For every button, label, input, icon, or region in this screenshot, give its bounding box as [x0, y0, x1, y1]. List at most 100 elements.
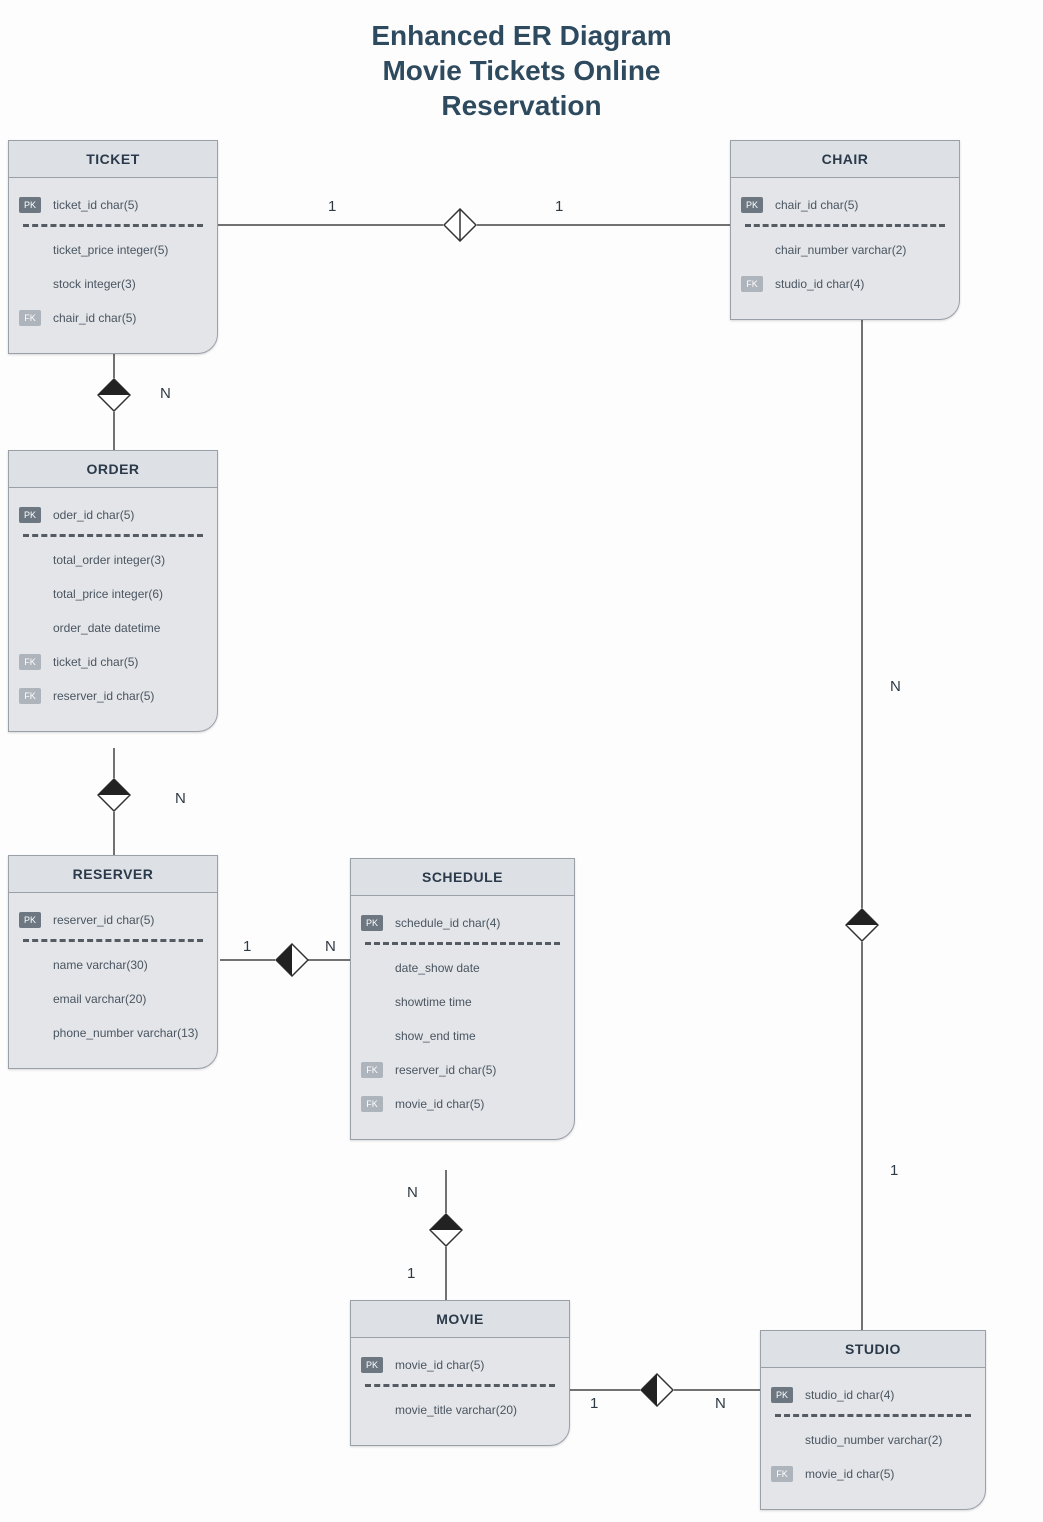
- attr-text: ticket_price integer(5): [53, 243, 168, 257]
- card-reserv-sched-r: N: [325, 938, 336, 955]
- entity-ticket: TICKET PKticket_id char(5) ticket_price i…: [8, 140, 218, 354]
- entity-studio-header: STUDIO: [761, 1331, 985, 1368]
- attr-row: email varchar(20): [19, 982, 207, 1016]
- attr-row: FKreserver_id char(5): [361, 1053, 564, 1087]
- entity-ticket-body: PKticket_id char(5) ticket_price integer(…: [9, 178, 217, 353]
- card-chair-studio-t: N: [890, 678, 901, 695]
- title-line3: Reservation: [441, 90, 601, 121]
- pk-badge: PK: [19, 507, 41, 523]
- entity-schedule: SCHEDULE PKschedule_id char(4) date_show …: [350, 858, 575, 1140]
- entity-chair-body: PKchair_id char(5) chair_number varchar(2…: [731, 178, 959, 319]
- attr-row: stock integer(3): [19, 267, 207, 301]
- card-ticket-chair-r: 1: [555, 198, 563, 215]
- card-movie-studio-r: N: [715, 1395, 726, 1412]
- entity-studio-body: PKstudio_id char(4) studio_number varchar…: [761, 1368, 985, 1509]
- entity-reserver-body: PKreserver_id char(5) name varchar(30) ema…: [9, 893, 217, 1068]
- entity-ticket-header: TICKET: [9, 141, 217, 178]
- diagram-title: Enhanced ER Diagram Movie Tickets Online…: [0, 18, 1043, 123]
- attr-text: reserver_id char(5): [395, 1063, 496, 1077]
- attr-row: PKreserver_id char(5): [19, 903, 207, 937]
- pk-badge: PK: [19, 912, 41, 928]
- blank-badge: [19, 957, 41, 973]
- attr-text: oder_id char(5): [53, 508, 134, 522]
- entity-chair-header: CHAIR: [731, 141, 959, 178]
- attr-text: studio_number varchar(2): [805, 1433, 942, 1447]
- card-sched-movie-t: N: [407, 1184, 418, 1201]
- attr-text: movie_title varchar(20): [395, 1403, 517, 1417]
- attr-row: FKticket_id char(5): [19, 645, 207, 679]
- title-line2: Movie Tickets Online: [382, 55, 660, 86]
- diamond-order-reserver: [97, 778, 131, 812]
- attr-row: PKticket_id char(5): [19, 188, 207, 222]
- attr-row: date_show date: [361, 951, 564, 985]
- attr-row: total_order integer(3): [19, 543, 207, 577]
- diamond-reserver-schedule: [275, 943, 309, 977]
- attr-text: movie_id char(5): [395, 1097, 484, 1111]
- attr-text: name varchar(30): [53, 958, 148, 972]
- blank-badge: [361, 960, 383, 976]
- blank-badge: [741, 242, 763, 258]
- blank-badge: [19, 586, 41, 602]
- attr-row: studio_number varchar(2): [771, 1423, 975, 1457]
- attr-row: FK chair_id char(5): [19, 301, 207, 335]
- fk-badge: FK: [19, 654, 41, 670]
- attr-row: total_price integer(6): [19, 577, 207, 611]
- attr-row: FK reserver_id char(5): [19, 679, 207, 713]
- card-ticket-chair-l: 1: [328, 198, 336, 215]
- attr-row: PKstudio_id char(4): [771, 1378, 975, 1412]
- card-reserv-sched-l: 1: [243, 938, 251, 955]
- attr-row: show_end time: [361, 1019, 564, 1053]
- pk-separator: [23, 534, 203, 537]
- entity-chair: CHAIR PKchair_id char(5) chair_number var…: [730, 140, 960, 320]
- attr-row: PKchair_id char(5): [741, 188, 949, 222]
- attr-row: name varchar(30): [19, 948, 207, 982]
- attr-row: ticket_price integer(5): [19, 233, 207, 267]
- pk-separator: [23, 939, 203, 942]
- title-line1: Enhanced ER Diagram: [371, 20, 671, 51]
- diamond-ticket-order: [97, 378, 131, 412]
- attr-row: chair_number varchar(2): [741, 233, 949, 267]
- diamond-chair-studio: [845, 908, 879, 942]
- fk-badge: FK: [771, 1466, 793, 1482]
- attr-row: movie_title varchar(20): [361, 1393, 559, 1427]
- fk-badge: FK: [741, 276, 763, 292]
- blank-badge: [361, 1028, 383, 1044]
- attr-row: phone_number varchar(13): [19, 1016, 207, 1050]
- attr-text: date_show date: [395, 961, 480, 975]
- entity-order-body: PK oder_id char(5) total_order integer(3) t…: [9, 488, 217, 731]
- attr-row: PKmovie_id char(5): [361, 1348, 559, 1382]
- diamond-schedule-movie: [429, 1213, 463, 1247]
- fk-badge: FK: [19, 310, 41, 326]
- fk-badge: FK: [19, 688, 41, 704]
- pk-separator: [775, 1414, 971, 1417]
- blank-badge: [19, 276, 41, 292]
- attr-text: show_end time: [395, 1029, 476, 1043]
- card-chair-studio-b: 1: [890, 1162, 898, 1179]
- blank-badge: [19, 552, 41, 568]
- blank-badge: [19, 991, 41, 1007]
- attr-text: reserver_id char(5): [53, 689, 154, 703]
- entity-schedule-body: PKschedule_id char(4)date_show dateshowt…: [351, 896, 574, 1139]
- blank-badge: [771, 1432, 793, 1448]
- attr-text: studio_id char(4): [805, 1388, 894, 1402]
- attr-row: FKmovie_id char(5): [771, 1457, 975, 1491]
- entity-movie-header: MOVIE: [351, 1301, 569, 1338]
- pk-badge: PK: [361, 1357, 383, 1373]
- pk-badge: PK: [19, 197, 41, 213]
- blank-badge: [361, 1402, 383, 1418]
- blank-badge: [19, 1025, 41, 1041]
- entity-studio: STUDIO PKstudio_id char(4) studio_number …: [760, 1330, 986, 1510]
- entity-movie: MOVIE PKmovie_id char(5) movie_title varc…: [350, 1300, 570, 1446]
- attr-text: total_order integer(3): [53, 553, 165, 567]
- entity-schedule-header: SCHEDULE: [351, 859, 574, 896]
- blank-badge: [361, 994, 383, 1010]
- entity-order: ORDER PKoder_id char(5)total_order integ…: [8, 450, 218, 732]
- attr-text: stock integer(3): [53, 277, 136, 291]
- attr-row: PK oder_id char(5): [19, 498, 207, 532]
- diamond-movie-studio: [640, 1373, 674, 1407]
- attr-row: FKstudio_id char(4): [741, 267, 949, 301]
- attr-row: PKschedule_id char(4): [361, 906, 564, 940]
- attr-text: phone_number varchar(13): [53, 1026, 198, 1040]
- attr-text: chair_number varchar(2): [775, 243, 906, 257]
- attr-text: chair_id char(5): [53, 311, 136, 325]
